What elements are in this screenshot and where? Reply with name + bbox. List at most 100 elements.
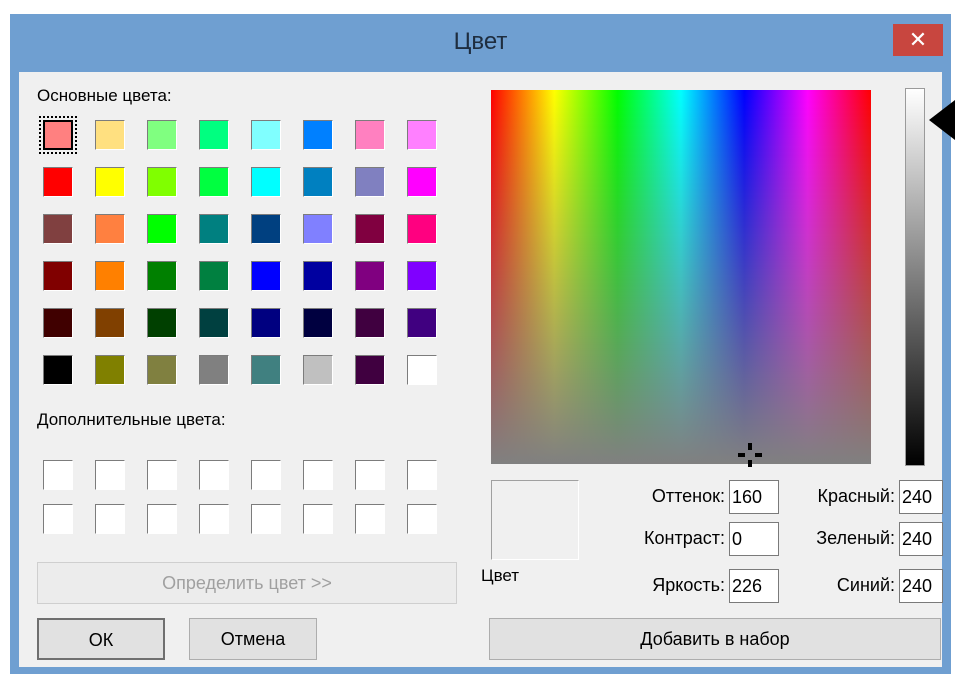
swatch-fill (407, 261, 437, 291)
basic-color-swatch[interactable] (403, 163, 441, 201)
custom-color-swatch[interactable] (355, 504, 385, 534)
basic-color-swatch[interactable] (195, 257, 233, 295)
basic-color-swatch[interactable] (195, 304, 233, 342)
swatch-fill (147, 261, 177, 291)
basic-color-swatch[interactable] (299, 351, 337, 389)
custom-color-swatch[interactable] (199, 504, 229, 534)
luminance-input[interactable]: 226 (729, 569, 779, 603)
basic-color-swatch[interactable] (403, 351, 441, 389)
basic-color-swatch[interactable] (403, 116, 441, 154)
basic-color-swatch[interactable] (247, 210, 285, 248)
custom-color-swatch[interactable] (251, 504, 281, 534)
cancel-button[interactable]: Отмена (189, 618, 317, 660)
basic-color-swatch[interactable] (39, 257, 77, 295)
color-spectrum[interactable] (491, 90, 871, 464)
basic-color-swatch[interactable] (403, 257, 441, 295)
swatch-fill (43, 355, 73, 385)
basic-color-swatch[interactable] (143, 116, 181, 154)
saturation-input[interactable]: 0 (729, 522, 779, 556)
basic-color-swatch[interactable] (91, 304, 129, 342)
basic-color-swatch[interactable] (247, 116, 285, 154)
custom-color-swatch[interactable] (303, 460, 333, 490)
custom-color-swatch[interactable] (147, 504, 177, 534)
basic-color-swatch[interactable] (39, 351, 77, 389)
custom-color-swatch[interactable] (95, 460, 125, 490)
basic-color-swatch[interactable] (351, 257, 389, 295)
basic-color-swatch[interactable] (351, 116, 389, 154)
basic-color-swatch[interactable] (351, 351, 389, 389)
basic-color-swatch[interactable] (351, 304, 389, 342)
basic-color-swatch[interactable] (143, 163, 181, 201)
basic-color-swatch[interactable] (91, 116, 129, 154)
basic-color-swatch[interactable] (403, 304, 441, 342)
custom-color-swatch[interactable] (251, 460, 281, 490)
luminance-bar[interactable] (905, 88, 925, 466)
triangle-left-icon[interactable] (929, 100, 955, 140)
basic-color-swatch[interactable] (39, 210, 77, 248)
custom-color-swatch[interactable] (303, 504, 333, 534)
basic-color-swatch[interactable] (143, 304, 181, 342)
basic-color-swatch[interactable] (299, 304, 337, 342)
ok-button[interactable]: ОК (37, 618, 165, 660)
swatch-fill (199, 261, 229, 291)
basic-color-swatch[interactable] (91, 351, 129, 389)
luminance-label: Яркость: (652, 575, 725, 595)
swatch-fill (251, 120, 281, 150)
swatch-fill (251, 261, 281, 291)
custom-color-swatch[interactable] (43, 504, 73, 534)
basic-color-swatch[interactable] (91, 210, 129, 248)
custom-color-swatch[interactable] (147, 460, 177, 490)
blue-input[interactable]: 240 (899, 569, 943, 603)
custom-color-swatch[interactable] (95, 504, 125, 534)
swatch-fill (147, 214, 177, 244)
red-input[interactable]: 240 (899, 480, 943, 514)
swatch-fill (251, 308, 281, 338)
swatch-fill (355, 214, 385, 244)
basic-color-swatch[interactable] (91, 163, 129, 201)
green-input[interactable]: 240 (899, 522, 943, 556)
add-to-custom-colors-button[interactable]: Добавить в набор (489, 618, 941, 660)
swatch-fill (407, 308, 437, 338)
basic-color-swatch[interactable] (195, 116, 233, 154)
swatch-fill (355, 261, 385, 291)
basic-color-swatch[interactable] (39, 163, 77, 201)
basic-color-swatch[interactable] (299, 163, 337, 201)
basic-color-swatch[interactable] (195, 210, 233, 248)
swatch-fill (147, 120, 177, 150)
basic-color-swatch[interactable] (299, 116, 337, 154)
hue-input[interactable]: 160 (729, 480, 779, 514)
basic-color-swatch[interactable] (143, 210, 181, 248)
close-button[interactable]: ✕ (893, 24, 943, 56)
basic-color-swatch[interactable] (247, 304, 285, 342)
custom-color-swatch[interactable] (43, 460, 73, 490)
basic-color-swatch[interactable] (39, 116, 77, 154)
basic-color-swatch[interactable] (247, 163, 285, 201)
swatch-fill (95, 261, 125, 291)
swatch-fill (251, 167, 281, 197)
custom-color-swatch[interactable] (407, 504, 437, 534)
define-custom-color-button[interactable]: Определить цвет >> (37, 562, 457, 604)
swatch-fill (407, 120, 437, 150)
basic-color-swatch[interactable] (143, 257, 181, 295)
custom-color-swatch[interactable] (355, 460, 385, 490)
swatch-fill (303, 214, 333, 244)
basic-color-swatch[interactable] (403, 210, 441, 248)
basic-color-swatch[interactable] (195, 163, 233, 201)
basic-color-swatch[interactable] (195, 351, 233, 389)
basic-color-swatch[interactable] (299, 210, 337, 248)
basic-color-swatch[interactable] (247, 257, 285, 295)
swatch-fill (303, 355, 333, 385)
custom-color-swatch[interactable] (407, 460, 437, 490)
swatch-fill (43, 167, 73, 197)
basic-color-swatch[interactable] (247, 351, 285, 389)
basic-color-swatch[interactable] (351, 163, 389, 201)
color-dialog: Цвет ✕ Основные цвета: Дополнительные цв… (10, 14, 955, 674)
custom-color-swatch[interactable] (199, 460, 229, 490)
swatch-fill (407, 167, 437, 197)
basic-color-swatch[interactable] (299, 257, 337, 295)
basic-color-swatch[interactable] (143, 351, 181, 389)
basic-color-swatch[interactable] (91, 257, 129, 295)
basic-color-swatch[interactable] (39, 304, 77, 342)
basic-color-swatch[interactable] (351, 210, 389, 248)
swatch-fill (43, 261, 73, 291)
